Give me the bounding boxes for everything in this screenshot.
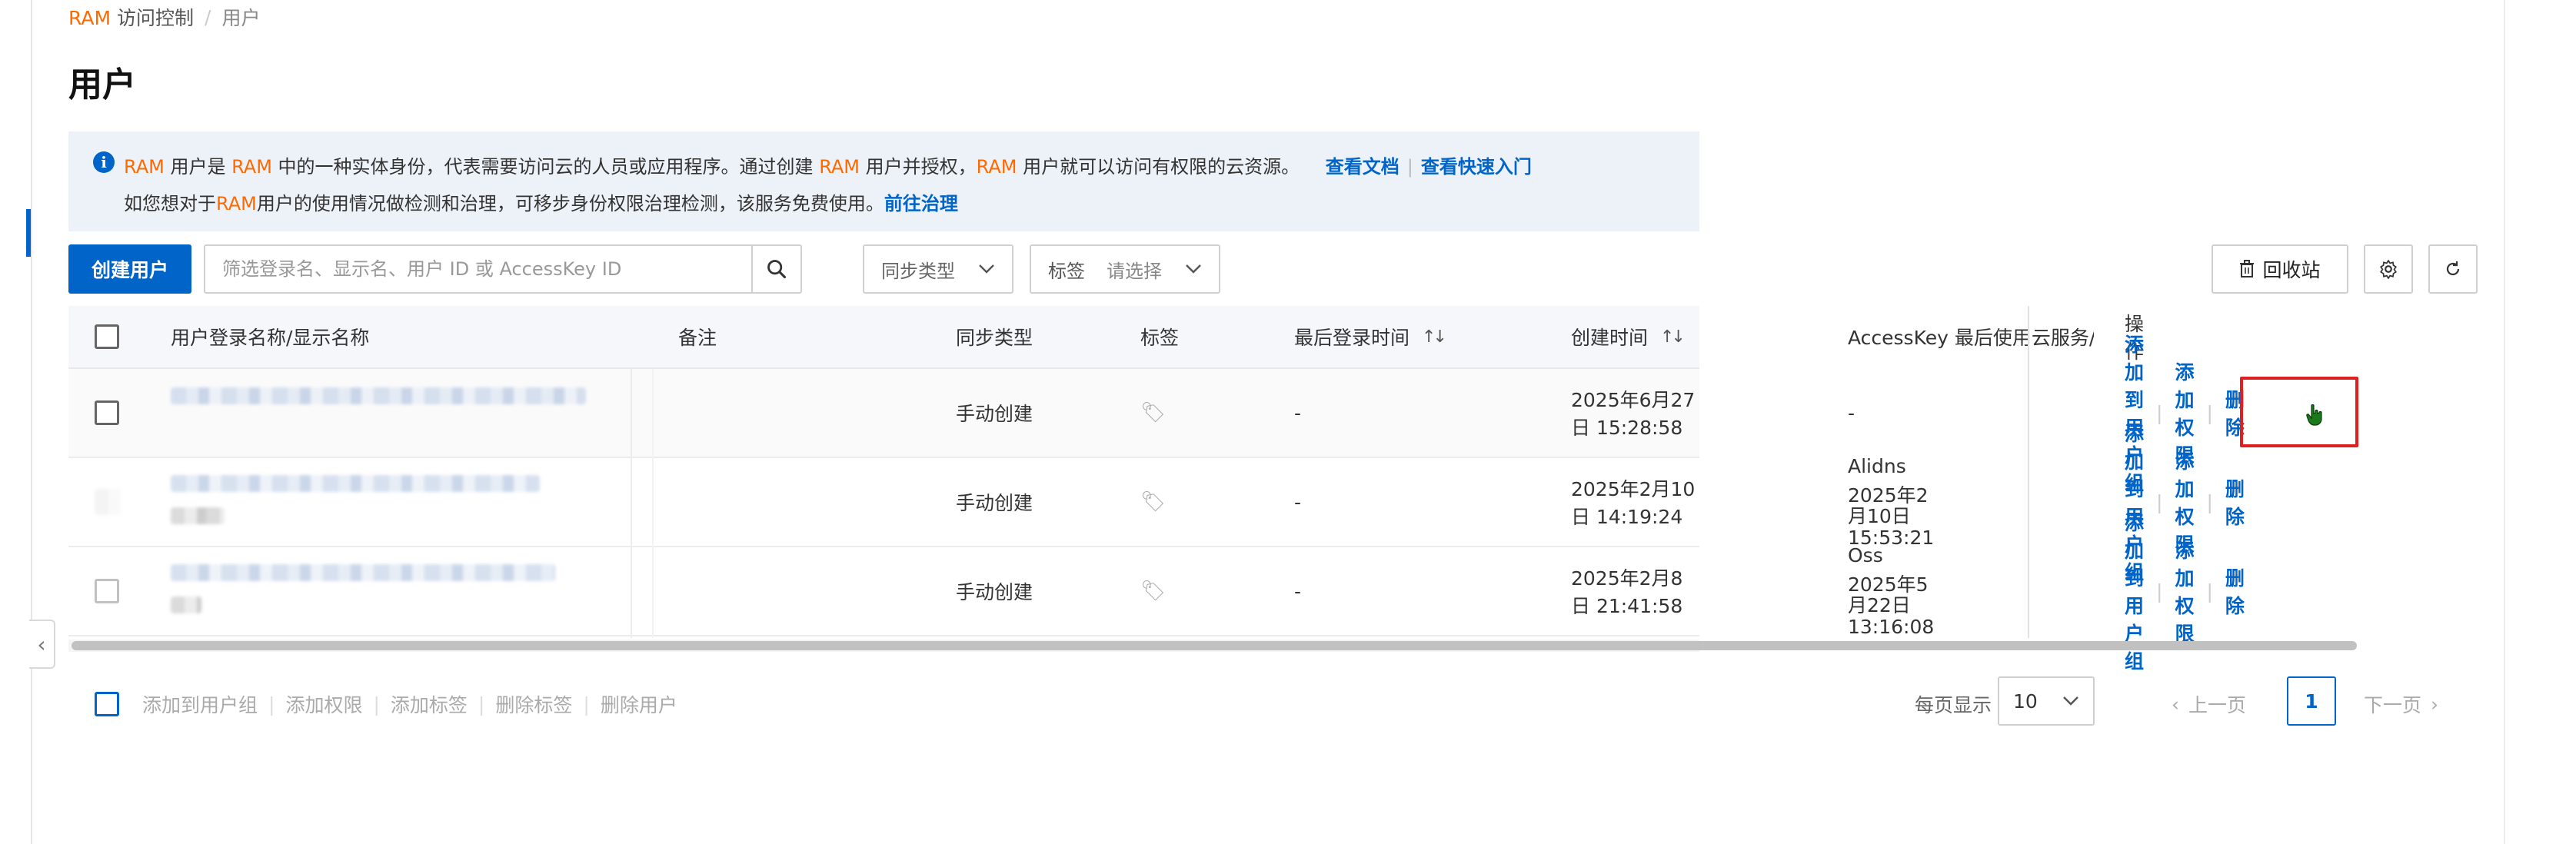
chevron-down-icon [2063,696,2078,706]
table-row: 手动创建 🏷 - 2025年2月10日 14:19:24 Alidns 2025年… [68,423,2245,583]
table-header: 用户登录名称/显示名称 备注 同步类型 标签 最后登录时间 ↑↓ 创建时间 ↑↓ A… [68,306,2144,369]
users-table: 用户登录名称/显示名称 备注 同步类型 标签 最后登录时间 ↑↓ 创建时间 ↑↓ A… [68,306,2245,673]
created-cell: 2025年2月8日 21:41:58 [1571,567,1683,617]
prev-page-button[interactable]: ‹ 上一页 [2172,690,2246,718]
accesskey-cell: Alidns 2025年2月10日 15:53:21 [1848,455,1935,549]
page-title: 用户 [68,65,136,105]
quickstart-link[interactable]: 查看快速入门 [1421,156,1532,178]
horizontal-scrollbar[interactable] [68,640,2357,652]
notice-line-1: RAM 用户是 RAM 中的一种实体身份，代表需要访问云的人员或应用程序。通过创… [124,156,1532,178]
breadcrumb-separator: / [205,5,211,28]
column-divider [652,369,654,638]
settings-button[interactable] [2364,244,2413,294]
delete-link[interactable]: 删除 [2225,563,2245,619]
per-page-select[interactable]: 10 [1998,676,2095,726]
tag-icon[interactable]: 🏷 [1140,490,1166,513]
search-icon [767,260,787,279]
toolbar: 创建用户 同步类型 标签请选择 回收站 [68,244,2504,294]
tag-select[interactable]: 标签 请选择 [1030,244,1220,294]
sidebar-collapse-button[interactable]: ‹ [29,620,55,669]
accesskey-cell: - [1848,401,1855,424]
sort-icon[interactable]: ↑↓ [1660,327,1686,347]
chevron-down-icon [1186,264,1201,274]
info-notice: i RAM 用户是 RAM 中的一种实体身份，代表需要访问云的人员或应用程序。通… [68,131,1699,231]
accesskey-cell: Oss 2025年5月22日 13:16:08 [1848,544,1935,638]
select-all-checkbox[interactable] [95,324,119,349]
chevron-down-icon [979,264,994,274]
user-name-cell[interactable] [171,547,601,635]
next-page-button[interactable]: 下一页 › [2364,690,2438,718]
info-icon: i [93,151,115,173]
batch-remove-tag[interactable]: 删除标签 [495,690,572,718]
header-sync: 同步类型 [956,327,1033,349]
chevron-left-icon: ‹ [2172,693,2179,716]
footer-select-all-checkbox[interactable] [95,692,119,716]
table-footer: 添加到用户组 | 添加权限 | 添加标签 | 删除标签 | 删除用户 每页显示 10 ‹… [68,676,2504,726]
table-row: 手动创建 🏷 - 2025年2月8日 21:41:58 Oss 2025年5月22… [68,512,2245,673]
refresh-button[interactable] [2428,244,2478,294]
scrollbar-thumb[interactable] [72,641,2357,650]
header-accesskey: AccessKey 最后使用云服务/时间 [1848,327,2094,349]
user-name-cell[interactable] [171,458,601,546]
last-login-cell: - [1294,401,1302,424]
add-permission-link[interactable]: 添加权限 [2175,536,2194,646]
table-row: 手动创建 🏷 - 2025年6月27日 15:28:58 - 添加到用户组 | 添… [68,334,2245,494]
breadcrumb: RAM 访问控制 / 用户 [68,3,260,31]
last-login-cell: - [1294,490,1302,513]
header-last-login[interactable]: 最后登录时间 ↑↓ [1294,323,1447,351]
sync-type-select[interactable]: 同步类型 [863,244,1013,294]
breadcrumb-link-access-control[interactable]: RAM 访问控制 [68,3,194,31]
breadcrumb-current: 用户 [221,7,261,29]
batch-add-to-group[interactable]: 添加到用户组 [142,690,258,718]
refresh-icon [2446,261,2460,276]
search-button[interactable] [751,246,800,292]
created-cell: 2025年6月27日 15:28:58 [1571,389,1696,439]
created-cell: 2025年2月10日 14:19:24 [1571,478,1696,528]
header-note: 备注 [678,327,717,349]
sort-icon[interactable]: ↑↓ [1422,327,1447,347]
governance-link[interactable]: 前往治理 [884,193,958,214]
gear-icon [2380,259,2397,279]
recycle-bin-button[interactable]: 回收站 [2212,244,2348,294]
highlight-box [2240,377,2358,447]
header-name: 用户登录名称/显示名称 [171,327,370,349]
header-tag: 标签 [1140,327,1180,349]
batch-actions: 添加到用户组 | 添加权限 | 添加标签 | 删除标签 | 删除用户 [95,690,677,718]
fixed-column-shadow [2028,306,2029,638]
sidebar [0,0,32,844]
batch-add-permission[interactable]: 添加权限 [285,690,362,718]
row-checkbox[interactable] [95,489,121,515]
right-divider [2504,0,2505,844]
sync-cell: 手动创建 [956,581,1033,603]
header-created[interactable]: 创建时间 ↑↓ [1571,323,1686,351]
cursor-icon [2306,404,2322,426]
sync-cell: 手动创建 [956,492,1033,514]
create-user-button[interactable]: 创建用户 [68,244,191,294]
search-input[interactable] [205,246,751,292]
batch-add-tag[interactable]: 添加标签 [391,690,468,718]
sync-cell: 手动创建 [956,403,1033,425]
user-name-cell[interactable] [171,369,601,457]
column-divider [631,369,632,638]
trash-icon [2240,260,2255,277]
sidebar-active-indicator [26,209,31,257]
notice-line-2: 如您想对于RAM用户的使用情况做检测和治理，可移步身份权限治理检测，该服务免费使… [124,193,958,214]
view-docs-link[interactable]: 查看文档 [1326,156,1399,178]
chevron-right-icon: › [2431,693,2439,716]
search-box [204,244,802,294]
last-login-cell: - [1294,580,1302,603]
per-page-label: 每页显示 [1915,694,1992,716]
chevron-left-icon: ‹ [37,631,46,657]
batch-delete-user[interactable]: 删除用户 [601,690,677,718]
row-checkbox[interactable] [95,400,119,425]
page-number-current[interactable]: 1 [2287,676,2336,726]
row-checkbox[interactable] [95,579,119,603]
tag-icon[interactable]: 🏷 [1140,401,1166,424]
tag-icon[interactable]: 🏷 [1140,580,1166,603]
